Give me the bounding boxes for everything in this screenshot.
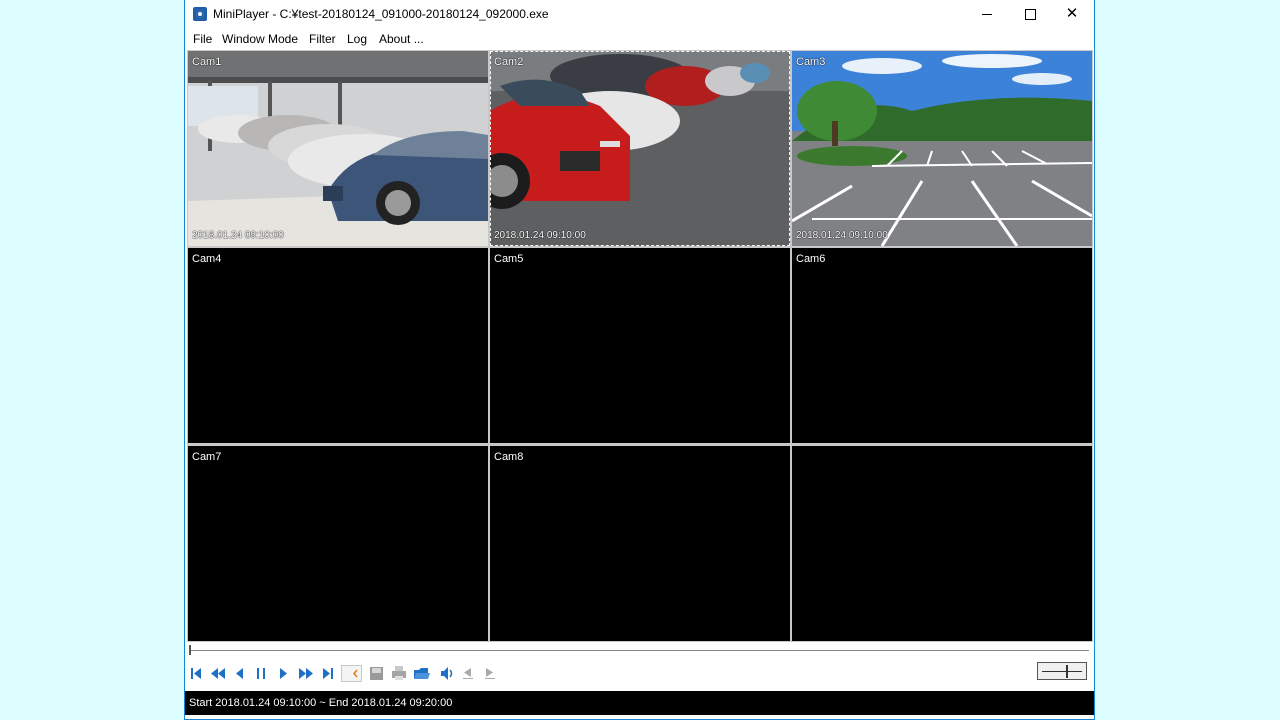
open-folder-button[interactable] [413,663,431,683]
playback-controls [185,660,1094,686]
open-folder-icon [414,668,430,679]
camera-grid: Cam1 2018.01.24 09:10:00 Cam2 2018.01.24… [187,50,1093,642]
camera-label: Cam6 [796,253,826,265]
time-range-text: Start 2018.01.24 09:10:00 ~ End 2018.01.… [189,697,453,709]
status-bar: Start 2018.01.24 09:10:00 ~ End 2018.01.… [185,691,1094,715]
camera-view-cam2[interactable]: Cam2 2018.01.24 09:10:00 [490,51,790,246]
camera-label: Cam2 [494,56,524,68]
seek-thumb[interactable] [189,645,191,655]
camera-label: Cam5 [494,253,524,265]
zoom-slider[interactable] [1037,662,1087,680]
print-button[interactable] [391,663,407,683]
empty-parking-lot-image [792,51,1092,246]
camera-timestamp: 2018.01.24 09:10:00 [192,230,284,241]
seek-bar[interactable] [187,645,1093,657]
close-icon: ✕ [1065,5,1079,22]
parking-garage-image [188,51,488,246]
menu-file[interactable]: File [193,32,212,46]
next-frame-button[interactable] [483,663,497,683]
skip-to-start-icon [191,668,201,679]
camera-view-cam4[interactable]: Cam4 [188,248,488,443]
prev-frame-button[interactable] [461,663,475,683]
camera-view-cam5[interactable]: Cam5 [490,248,790,443]
volume-button[interactable] [439,663,455,683]
camera-timestamp: 2018.01.24 09:10:00 [494,230,586,241]
mark-button[interactable] [341,663,363,683]
window-title: MiniPlayer - C:¥test-20180124_091000-201… [213,7,549,21]
step-back-button[interactable] [233,663,245,683]
camera-label: Cam8 [494,451,524,463]
skip-to-end-button[interactable] [321,663,335,683]
pause-button[interactable] [255,663,267,683]
camera-label: Cam4 [192,253,222,265]
menu-log[interactable]: Log [347,32,367,46]
camera-app-icon [193,7,207,21]
camera-label: Cam3 [796,56,826,68]
zoom-thumb[interactable] [1066,665,1068,678]
camera-label: Cam7 [192,451,222,463]
seek-track [189,650,1089,651]
save-button[interactable] [369,663,385,683]
play-icon [280,668,287,679]
camera-view-cam7[interactable]: Cam7 [188,446,488,641]
rewind-button[interactable] [209,663,227,683]
print-icon [392,666,406,680]
skip-to-start-button[interactable] [189,663,203,683]
maximize-icon [1024,8,1036,20]
camera-view-empty[interactable] [792,446,1092,641]
save-icon [370,667,383,680]
menu-about[interactable]: About ... [379,32,424,46]
volume-icon [441,667,453,680]
fast-forward-button[interactable] [297,663,315,683]
red-car-image [490,51,790,246]
prev-frame-icon [463,668,473,679]
app-window: MiniPlayer - C:¥test-20180124_091000-201… [184,0,1095,720]
camera-view-cam8[interactable]: Cam8 [490,446,790,641]
camera-view-cam3[interactable]: Cam3 2018.01.24 09:10:00 [792,51,1092,246]
step-back-icon [236,668,243,679]
maximize-button[interactable] [1007,0,1053,30]
menu-bar: File Window Mode Filter Log About ... [185,30,1094,50]
minimize-button[interactable] [964,0,1010,30]
fast-forward-icon [299,668,313,679]
title-bar[interactable]: MiniPlayer - C:¥test-20180124_091000-201… [185,0,1094,30]
mark-icon [341,665,362,682]
menu-filter[interactable]: Filter [309,32,336,46]
next-frame-icon [485,668,495,679]
play-button[interactable] [277,663,289,683]
camera-view-cam6[interactable]: Cam6 [792,248,1092,443]
rewind-icon [211,668,225,679]
pause-icon [257,668,265,679]
camera-label: Cam1 [192,56,222,68]
zoom-track [1042,671,1082,672]
menu-window-mode[interactable]: Window Mode [222,32,298,46]
camera-timestamp: 2018.01.24 09:10:00 [796,230,888,241]
minimize-icon [982,13,992,15]
close-button[interactable]: ✕ [1049,0,1094,30]
camera-view-cam1[interactable]: Cam1 2018.01.24 09:10:00 [188,51,488,246]
skip-to-end-icon [323,668,333,679]
